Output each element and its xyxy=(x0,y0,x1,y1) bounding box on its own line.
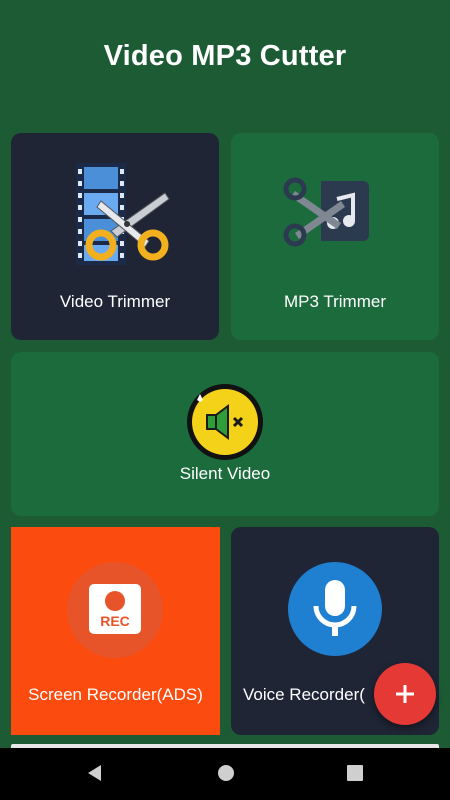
page-title: Video MP3 Cutter xyxy=(103,40,347,72)
recents-icon[interactable] xyxy=(345,763,365,788)
video-trimmer-tile[interactable]: Video Trimmer xyxy=(11,133,219,340)
home-icon[interactable] xyxy=(216,763,236,788)
video-trimmer-label: Video Trimmer xyxy=(59,292,171,311)
mp3-trimmer-label: MP3 Trimmer xyxy=(284,292,386,311)
screen-recorder-tile[interactable]: REC Screen Recorder(ADS) xyxy=(11,527,220,735)
rec-icon: REC xyxy=(67,562,163,658)
music-scissors-icon xyxy=(283,177,373,247)
system-navbar xyxy=(0,748,450,800)
add-fab-button[interactable] xyxy=(374,663,436,725)
mute-speaker-icon xyxy=(185,382,265,462)
screen-recorder-label: Screen Recorder(ADS) xyxy=(28,685,203,704)
mp3-trimmer-tile[interactable]: MP3 Trimmer xyxy=(231,133,439,340)
microphone-icon xyxy=(288,562,382,656)
silent-video-tile[interactable]: Silent Video xyxy=(11,352,439,516)
film-scissors-icon xyxy=(71,161,171,267)
svg-text:REC: REC xyxy=(100,613,130,629)
silent-video-label: Silent Video xyxy=(179,464,271,483)
plus-icon xyxy=(396,685,414,703)
back-icon[interactable] xyxy=(85,763,105,788)
